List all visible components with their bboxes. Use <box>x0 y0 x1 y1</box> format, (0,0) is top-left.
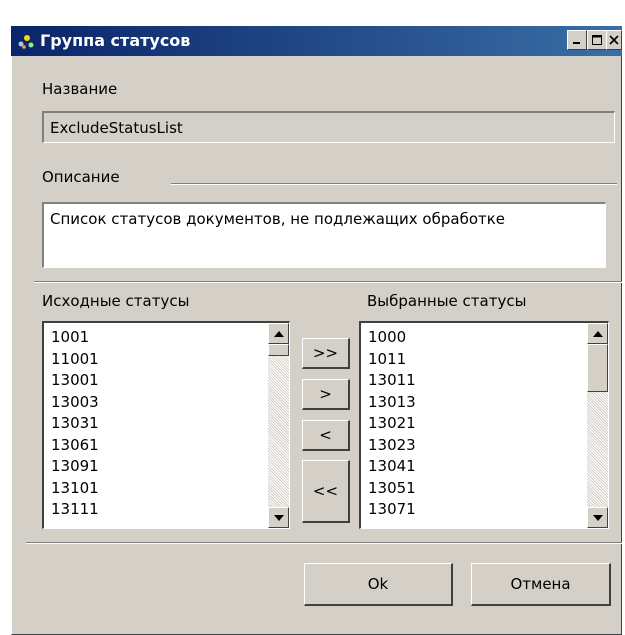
list-item[interactable]: 13031 <box>51 413 99 435</box>
section-divider <box>34 281 622 283</box>
footer-divider <box>26 542 622 544</box>
list-item[interactable]: 1001 <box>51 327 99 349</box>
scroll-thumb[interactable] <box>268 344 289 356</box>
name-field[interactable]: ExcludeStatusList <box>42 111 615 143</box>
description-divider <box>171 183 617 185</box>
maximize-button[interactable] <box>587 30 607 50</box>
scroll-thumb[interactable] <box>587 344 608 392</box>
list-item[interactable]: 13003 <box>51 392 99 414</box>
list-item[interactable]: 1011 <box>368 349 416 371</box>
name-label: Название <box>42 80 118 98</box>
name-value: ExcludeStatusList <box>50 119 183 137</box>
selected-list-scrollbar[interactable] <box>587 323 608 528</box>
description-label: Описание <box>42 168 120 186</box>
add-button[interactable]: > <box>302 379 350 410</box>
remove-all-button[interactable]: << <box>302 460 350 523</box>
down-arrow-icon <box>273 514 284 521</box>
add-all-button[interactable]: >> <box>302 338 350 369</box>
list-item[interactable]: 13001 <box>51 370 99 392</box>
list-item[interactable]: 13071 <box>368 499 416 521</box>
description-field[interactable]: Список статусов документов, не подлежащи… <box>42 202 606 268</box>
list-item[interactable]: 13041 <box>368 456 416 478</box>
list-item[interactable]: 13023 <box>368 435 416 457</box>
ok-button[interactable]: Ok <box>304 563 453 606</box>
source-list[interactable]: 1001 11001 13001 13003 13031 13061 13091… <box>42 321 290 529</box>
scroll-up-button[interactable] <box>587 323 608 344</box>
window-title: Группа статусов <box>40 31 191 50</box>
scroll-down-button[interactable] <box>587 507 608 528</box>
list-item[interactable]: 1000 <box>368 327 416 349</box>
list-item[interactable]: 13021 <box>368 413 416 435</box>
list-item[interactable]: 13061 <box>51 435 99 457</box>
list-item[interactable]: 13011 <box>368 370 416 392</box>
scroll-down-button[interactable] <box>268 507 289 528</box>
close-button[interactable] <box>606 30 622 50</box>
scroll-up-button[interactable] <box>268 323 289 344</box>
list-item[interactable]: 13013 <box>368 392 416 414</box>
remove-button[interactable]: < <box>302 420 350 451</box>
minimize-button[interactable] <box>567 30 587 50</box>
app-icon <box>18 35 34 49</box>
down-arrow-icon <box>592 514 603 521</box>
up-arrow-icon <box>592 330 603 337</box>
selected-list[interactable]: 1000 1011 13011 13013 13021 13023 13041 … <box>359 321 609 529</box>
list-item[interactable]: 13101 <box>51 478 99 500</box>
close-icon <box>609 35 619 45</box>
selected-list-label: Выбранные статусы <box>367 292 527 310</box>
cancel-button[interactable]: Отмена <box>471 563 611 606</box>
list-item[interactable]: 13111 <box>51 499 99 521</box>
list-item[interactable]: 13051 <box>368 478 416 500</box>
maximize-icon <box>592 35 602 45</box>
up-arrow-icon <box>273 330 284 337</box>
description-value: Список статусов документов, не подлежащи… <box>50 210 506 228</box>
source-list-label: Исходные статусы <box>42 292 190 310</box>
list-item[interactable]: 13091 <box>51 456 99 478</box>
minimize-icon <box>573 42 580 44</box>
list-item[interactable]: 11001 <box>51 349 99 371</box>
source-list-scrollbar[interactable] <box>268 323 289 528</box>
